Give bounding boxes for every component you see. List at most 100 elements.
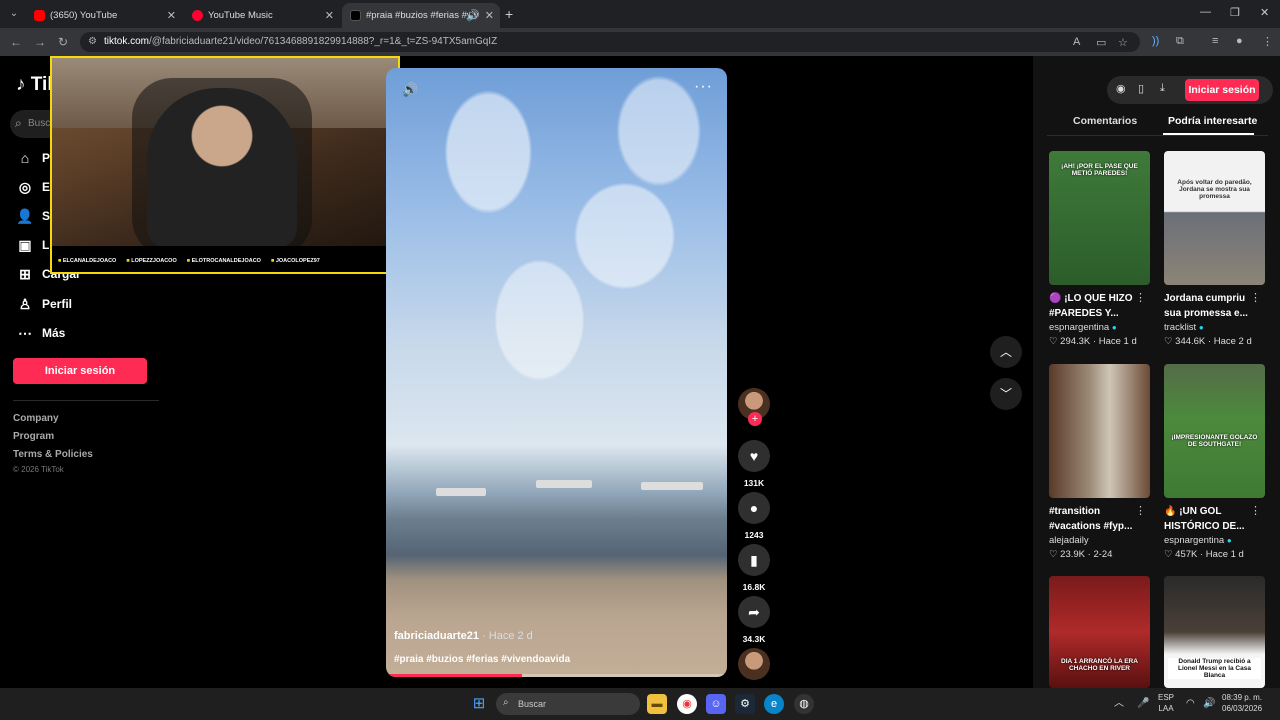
sidebar-item-explore[interactable]: ◎ E	[16, 176, 50, 198]
clock[interactable]: 08:39 p. m. 06/03/2026	[1222, 692, 1262, 714]
puzzle-icon[interactable]: ⧉	[1176, 35, 1184, 48]
more-options-icon[interactable]: ⋮	[1135, 504, 1146, 517]
video-thumbnail[interactable]: ¡AH! ¡POR EL PASE QUE METIÓ PAREDES!	[1049, 151, 1150, 285]
more-options-icon[interactable]: ⋮	[1250, 504, 1261, 517]
card-user[interactable]: espnargentina ●	[1049, 322, 1150, 333]
comment-action[interactable]: ● 1243	[738, 492, 770, 540]
video-player[interactable]: 🔊 ··· fabriciaduarte21 · Hace 2 d #praia…	[386, 68, 727, 677]
profile-avatar-icon[interactable]: ●	[1236, 35, 1243, 47]
save-action[interactable]: ▮ 16.8K	[738, 544, 770, 592]
volume-icon[interactable]: 🔊	[402, 82, 418, 98]
close-icon[interactable]: ✕	[167, 9, 176, 22]
sound-avatar[interactable]	[738, 648, 770, 680]
tab-youtube[interactable]: (3650) YouTube ✕	[26, 3, 182, 28]
obs-icon[interactable]: ◍	[794, 694, 814, 714]
suggested-video-card[interactable]: Donald Trump recibió a Lionel Messi en l…	[1164, 576, 1265, 688]
volume-icon[interactable]: 🔊	[1203, 698, 1215, 709]
chrome-icon[interactable]: ◉	[677, 694, 697, 714]
bookmark-icon[interactable]: ▮	[738, 544, 770, 576]
download-icon[interactable]: ⤓	[1160, 82, 1165, 95]
microphone-icon[interactable]: 🎤	[1137, 698, 1149, 709]
suggested-video-card[interactable]: DIA 1 ARRANCÓ LA ERA CHACHO EN RIVER	[1049, 576, 1150, 688]
sidebar-item-following[interactable]: 👤 S	[16, 205, 50, 227]
more-options-icon[interactable]: ···	[694, 78, 713, 96]
suggested-video-card[interactable]: ¡AH! ¡POR EL PASE QUE METIÓ PAREDES! ⋮ 🟣…	[1049, 151, 1150, 347]
wifi-icon[interactable]: ◠	[1186, 698, 1195, 709]
creator-avatar[interactable]: +	[738, 388, 770, 426]
translate-icon[interactable]: A	[1073, 36, 1080, 48]
back-icon[interactable]: ←	[10, 35, 22, 49]
share-icon[interactable]: ➦	[738, 596, 770, 628]
compass-icon[interactable]: ◉	[1116, 82, 1126, 95]
video-thumbnail[interactable]: ¡IMPRESIONANTE GOLAZO DE SOUTHGATE!	[1164, 364, 1265, 498]
comment-icon[interactable]: ●	[738, 492, 770, 524]
reload-icon[interactable]: ↻	[58, 35, 68, 49]
sidebar-item-more[interactable]: ⋯ Más	[16, 322, 65, 344]
site-info-icon[interactable]: ⚙	[88, 36, 97, 47]
close-icon[interactable]: ✕	[325, 9, 334, 22]
language-indicator[interactable]: ESP LAA	[1158, 692, 1174, 714]
video-thumbnail[interactable]: Após voltar do paredão, Jordana se mostr…	[1164, 151, 1265, 285]
suggested-video-card[interactable]: ¡IMPRESIONANTE GOLAZO DE SOUTHGATE! ⋮ 🔥 …	[1164, 364, 1265, 560]
previous-video-button[interactable]: ︿	[990, 336, 1022, 368]
login-button[interactable]: Iniciar sesión	[1185, 79, 1259, 101]
speaker-icon[interactable]: 🔊	[466, 9, 480, 22]
video-hashtags[interactable]: #praia #buzios #ferias #vivendoavida	[394, 654, 570, 665]
windows-start-icon[interactable]: ⊞	[469, 694, 489, 714]
discord-icon[interactable]: ☺	[706, 694, 726, 714]
minimize-icon[interactable]: —	[1200, 6, 1211, 18]
steam-icon[interactable]: ⚙	[735, 694, 755, 714]
card-user[interactable]: tracklist ●	[1164, 322, 1265, 333]
video-thumbnail[interactable]: Donald Trump recibió a Lionel Messi en l…	[1164, 576, 1265, 688]
bookmark-star-icon[interactable]: ☆	[1118, 36, 1128, 49]
tiktok-icon	[350, 10, 361, 21]
follow-plus-icon[interactable]: +	[748, 412, 762, 426]
device-icon[interactable]: ▯	[1138, 82, 1144, 95]
edge-icon[interactable]: e	[764, 694, 784, 714]
suggested-video-card[interactable]: Após voltar do paredão, Jordana se mostr…	[1164, 151, 1265, 347]
next-video-button[interactable]: ﹀	[990, 378, 1022, 410]
video-thumbnail[interactable]: DIA 1 ARRANCÓ LA ERA CHACHO EN RIVER	[1049, 576, 1150, 688]
new-tab-icon[interactable]: +	[505, 6, 513, 22]
video-thumbnail[interactable]	[1049, 364, 1150, 498]
file-explorer-icon[interactable]: ▬	[647, 694, 667, 714]
sidebar-item-profile[interactable]: ♙ Perfil	[16, 293, 72, 315]
card-title: Jordana cumpriu sua promessa e...	[1164, 293, 1248, 319]
screen: ⌄ (3650) YouTube ✕ YouTube Music ✕ #prai…	[0, 0, 1280, 720]
footer-link-company[interactable]: Company	[13, 413, 59, 424]
tab-youtube-music[interactable]: YouTube Music ✕	[184, 3, 340, 28]
video-author[interactable]: fabriciaduarte21 · Hace 2 d	[394, 630, 533, 642]
address-bar[interactable]: ⚙ tiktok.com/@fabriciaduarte21/video/761…	[80, 32, 1140, 52]
more-icon: ⋯	[18, 324, 32, 341]
tab-search-icon[interactable]: ⌄	[6, 6, 22, 22]
extension-icon[interactable]: ))	[1152, 35, 1159, 47]
more-options-icon[interactable]: ⋮	[1135, 291, 1146, 304]
taskbar-search-input[interactable]: ⌕ Buscar	[496, 693, 640, 715]
video-progress-bar[interactable]	[386, 674, 727, 677]
sidebar-item-home[interactable]: ⌂ P	[16, 147, 50, 169]
tray-chevron-icon[interactable]: ︿	[1114, 698, 1124, 709]
like-action[interactable]: ♥ 131K	[738, 440, 770, 488]
windows-taskbar: ⊞ ⌕ Buscar ▬ ◉ ☺ ⚙ e ◍ ︿ 🎤 ESP LAA ◠ 🔊 08:…	[0, 688, 1280, 720]
heart-icon[interactable]: ♥	[738, 440, 770, 472]
more-options-icon[interactable]: ⋮	[1250, 291, 1261, 304]
footer-link-terms[interactable]: Terms & Policies	[13, 449, 93, 460]
media-icon[interactable]: ≡	[1212, 35, 1218, 47]
forward-icon[interactable]: →	[34, 35, 46, 49]
footer-link-program[interactable]: Program	[13, 431, 54, 442]
suggested-video-card[interactable]: ⋮ #transition #vacations #fyp... alejada…	[1049, 364, 1150, 560]
tab-comments[interactable]: Comentarios	[1073, 115, 1137, 127]
login-button[interactable]: Iniciar sesión	[13, 358, 147, 384]
card-user[interactable]: alejadaily	[1049, 535, 1150, 546]
cast-icon[interactable]: ▭	[1096, 36, 1106, 49]
tab-tiktok[interactable]: #praia #buzios #ferias #viv 🔊 ✕	[342, 3, 500, 28]
close-icon[interactable]: ✕	[485, 9, 494, 22]
menu-dots-icon[interactable]: ⋮	[1262, 35, 1273, 48]
sidebar-item-live[interactable]: ▣ L	[16, 234, 49, 256]
maximize-icon[interactable]: ❐	[1230, 6, 1240, 19]
share-action[interactable]: ➦ 34.3K	[738, 596, 770, 644]
card-user[interactable]: espnargentina ●	[1164, 535, 1265, 546]
tab-suggested[interactable]: Podría interesarte	[1168, 115, 1257, 127]
close-window-icon[interactable]: ✕	[1260, 6, 1269, 19]
chevron-up-icon: ︿	[999, 345, 1012, 359]
